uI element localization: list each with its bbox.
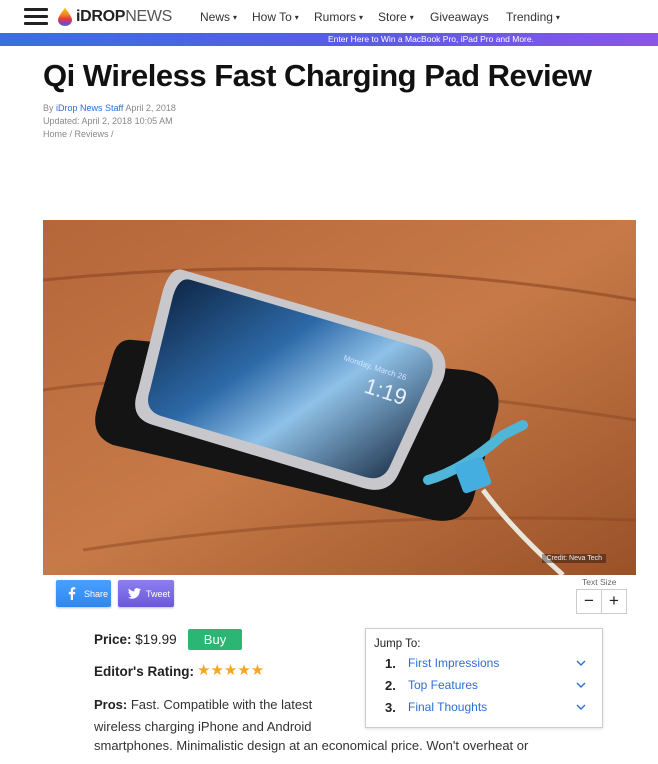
author-link[interactable]: iDrop News Staff xyxy=(56,103,123,113)
chevron-down-icon: ▾ xyxy=(359,13,364,22)
nav-item-rumors[interactable]: Rumors ▾ xyxy=(314,10,363,24)
jump-to-number: 1. xyxy=(385,656,396,671)
promo-text[interactable]: Enter Here to Win a MacBook Pro, iPad Pr… xyxy=(328,34,534,44)
drop-logo-icon xyxy=(58,8,72,26)
text-size-label: Text Size xyxy=(582,577,617,587)
article-title: Qi Wireless Fast Charging Pad Review xyxy=(43,58,592,93)
jump-to-box: Jump To: 1. First Impressions 2. Top Fea… xyxy=(365,628,603,728)
jump-to-item-top-features[interactable]: 2. Top Features xyxy=(366,676,602,696)
charging-pad-photo: 1:19 Monday, March 26 xyxy=(43,220,636,575)
nav-item-giveaways[interactable]: Giveaways xyxy=(430,10,489,24)
chevron-down-icon xyxy=(576,704,586,710)
image-credit: Credit: Neva Tech xyxy=(542,554,606,563)
jump-to-title: Jump To: xyxy=(374,638,421,650)
editors-rating-label: Editor's Rating: xyxy=(94,664,194,679)
star-rating: ★★★★★ xyxy=(197,662,265,679)
jump-to-number: 2. xyxy=(385,678,396,693)
price-label: Price: xyxy=(94,632,132,647)
price: Price: $19.99 xyxy=(94,632,177,647)
chevron-down-icon: ▾ xyxy=(409,13,414,22)
site-logo[interactable]: iDROPNEWS xyxy=(58,6,172,28)
jump-to-link[interactable]: Final Thoughts xyxy=(408,700,487,714)
chevron-down-icon: ▾ xyxy=(233,13,238,22)
updated-date: Updated: April 2, 2018 10:05 AM xyxy=(43,116,173,126)
jump-to-number: 3. xyxy=(385,700,396,715)
jump-to-item-first-impressions[interactable]: 1. First Impressions xyxy=(366,654,602,674)
facebook-share-button[interactable]: Share xyxy=(56,580,111,607)
twitter-tweet-label: Tweet xyxy=(146,588,171,599)
pros-label: Pros: xyxy=(94,697,128,712)
twitter-bird-icon xyxy=(127,587,141,601)
decrease-text-size-button[interactable]: − xyxy=(576,589,602,614)
price-value: $19.99 xyxy=(135,632,177,647)
chevron-down-icon: ▾ xyxy=(294,13,299,22)
jump-to-link[interactable]: First Impressions xyxy=(408,656,499,670)
menu-icon[interactable] xyxy=(24,8,48,26)
pros-text: Fast. Compatible with the latest wireles… xyxy=(94,697,313,734)
nav-item-how-to[interactable]: How To ▾ xyxy=(252,10,299,24)
chevron-down-icon xyxy=(576,660,586,666)
hero-image: 1:19 Monday, March 26 Credit: Neva Tech xyxy=(43,220,636,575)
nav-item-news[interactable]: News ▾ xyxy=(200,10,237,24)
twitter-tweet-button[interactable]: Tweet xyxy=(118,580,174,607)
breadcrumb[interactable]: Home / Reviews / xyxy=(43,129,114,139)
byline: By iDrop News Staff April 2, 2018 xyxy=(43,103,176,113)
top-navbar: iDROPNEWS News ▾ How To ▾ Rumors ▾ Store ▾ G… xyxy=(0,0,658,33)
logo-text: iDROPNEWS xyxy=(76,8,172,25)
jump-to-item-final-thoughts[interactable]: 3. Final Thoughts xyxy=(366,698,602,718)
pros-paragraph: Pros: Fast. Compatible with the latest w… xyxy=(94,694,334,738)
promo-banner[interactable]: Enter Here to Win a MacBook Pro, iPad Pr… xyxy=(0,33,658,46)
jump-to-link[interactable]: Top Features xyxy=(408,678,478,692)
buy-button[interactable]: Buy xyxy=(188,629,242,650)
facebook-share-label: Share xyxy=(84,588,109,599)
nav-item-trending[interactable]: Trending ▾ xyxy=(506,10,560,24)
increase-text-size-button[interactable]: + xyxy=(601,589,627,614)
chevron-down-icon xyxy=(576,682,586,688)
chevron-down-icon: ▾ xyxy=(555,13,560,22)
publish-date: April 2, 2018 xyxy=(125,103,176,113)
facebook-icon xyxy=(65,587,79,601)
nav-item-store[interactable]: Store ▾ xyxy=(378,10,414,24)
pros-text-continued: smartphones. Minimalistic design at an e… xyxy=(94,738,529,753)
